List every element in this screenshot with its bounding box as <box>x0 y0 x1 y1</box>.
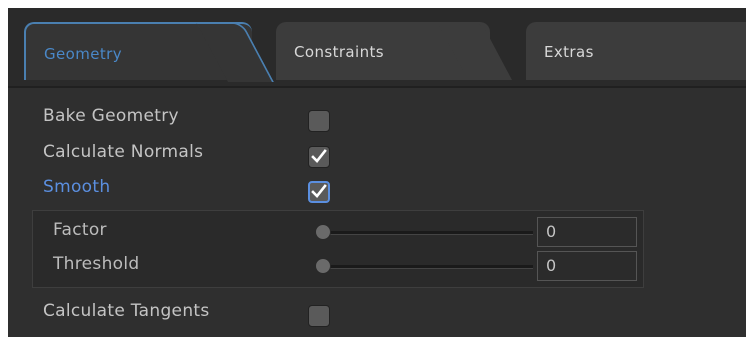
checkmark-icon <box>311 149 327 163</box>
tab-constraints-label: Constraints <box>294 43 384 61</box>
smooth-checkbox[interactable] <box>308 181 330 203</box>
geometry-settings: Bake Geometry Calculate Normals Smooth F… <box>8 86 746 337</box>
calculate-normals-label: Calculate Normals <box>43 142 204 162</box>
bake-geometry-checkbox[interactable] <box>308 110 330 132</box>
tab-geometry[interactable]: Geometry <box>24 22 252 80</box>
calculate-normals-checkbox[interactable] <box>308 146 330 168</box>
tab-extras-label: Extras <box>544 43 594 61</box>
bake-geometry-label: Bake Geometry <box>43 106 179 126</box>
tab-extras[interactable]: Extras <box>526 22 746 80</box>
calculate-tangents-label: Calculate Tangents <box>43 301 210 321</box>
threshold-input[interactable]: 0 <box>537 251 637 281</box>
factor-slider-track[interactable] <box>323 231 533 235</box>
factor-label: Factor <box>53 220 107 240</box>
factor-slider-thumb[interactable] <box>315 224 331 240</box>
tab-constraints[interactable]: Constraints <box>276 22 490 80</box>
smooth-label: Smooth <box>43 177 111 197</box>
tab-geometry-label: Geometry <box>44 45 122 63</box>
threshold-label: Threshold <box>53 254 140 274</box>
tab-strip: Geometry Constraints Extras <box>8 8 746 86</box>
calculate-tangents-checkbox[interactable] <box>308 305 330 327</box>
smooth-options-group: Factor 0 Threshold 0 <box>32 210 644 288</box>
threshold-slider-thumb[interactable] <box>315 258 331 274</box>
inspector-panel: Geometry Constraints Extras Bake Geometr… <box>8 8 746 337</box>
factor-input[interactable]: 0 <box>537 217 637 247</box>
threshold-slider-track[interactable] <box>323 265 533 269</box>
checkmark-icon <box>311 184 327 198</box>
